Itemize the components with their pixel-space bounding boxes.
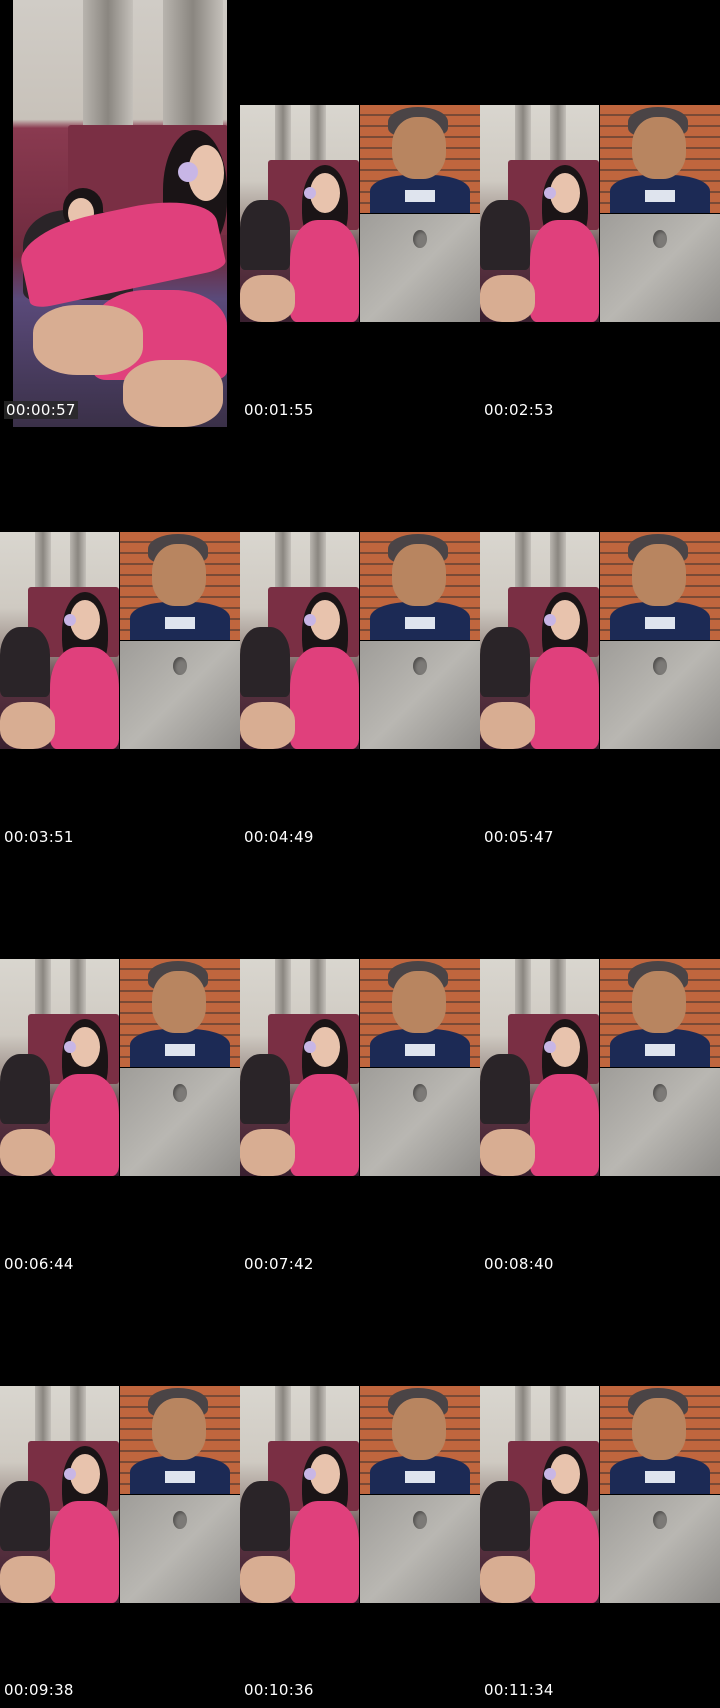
video-frame [240,1281,480,1708]
video-frame [480,427,720,854]
timestamp: 00:03:51 [4,828,74,846]
video-frame [13,0,227,427]
timestamp: 00:09:38 [4,1681,74,1699]
timestamp: 00:02:53 [484,401,554,419]
thumbnail-10[interactable]: 00:09:38 [0,1281,240,1708]
timestamp: 00:11:34 [484,1681,554,1699]
thumbnail-9[interactable]: 00:08:40 [480,854,720,1281]
video-frame [0,1281,240,1708]
video-frame [240,427,480,854]
timestamp: 00:01:55 [244,401,314,419]
timestamp: 00:07:42 [244,1255,314,1273]
timestamp: 00:06:44 [4,1255,74,1273]
thumbnail-2[interactable]: 00:01:55 [240,0,480,427]
hair-flower [178,162,198,182]
video-frame [0,427,240,854]
timestamp: 00:08:40 [484,1255,554,1273]
video-frame [240,0,480,427]
thumbnail-6[interactable]: 00:05:47 [480,427,720,854]
timestamp: 00:00:57 [4,401,78,419]
timestamp: 00:10:36 [244,1681,314,1699]
thumbnail-5[interactable]: 00:04:49 [240,427,480,854]
thumbnail-11[interactable]: 00:10:36 [240,1281,480,1708]
thumbnail-1[interactable]: 00:00:57 [0,0,240,427]
video-frame [480,0,720,427]
timestamp: 00:05:47 [484,828,554,846]
thumbnail-7[interactable]: 00:06:44 [0,854,240,1281]
timestamp: 00:04:49 [244,828,314,846]
thumbnail-8[interactable]: 00:07:42 [240,854,480,1281]
thumbnail-12[interactable]: 00:11:34 [480,1281,720,1708]
thumbnail-3[interactable]: 00:02:53 [480,0,720,427]
video-frame [240,854,480,1281]
video-frame [480,1281,720,1708]
video-frame [0,854,240,1281]
thumbnail-4[interactable]: 00:03:51 [0,427,240,854]
video-frame [480,854,720,1281]
